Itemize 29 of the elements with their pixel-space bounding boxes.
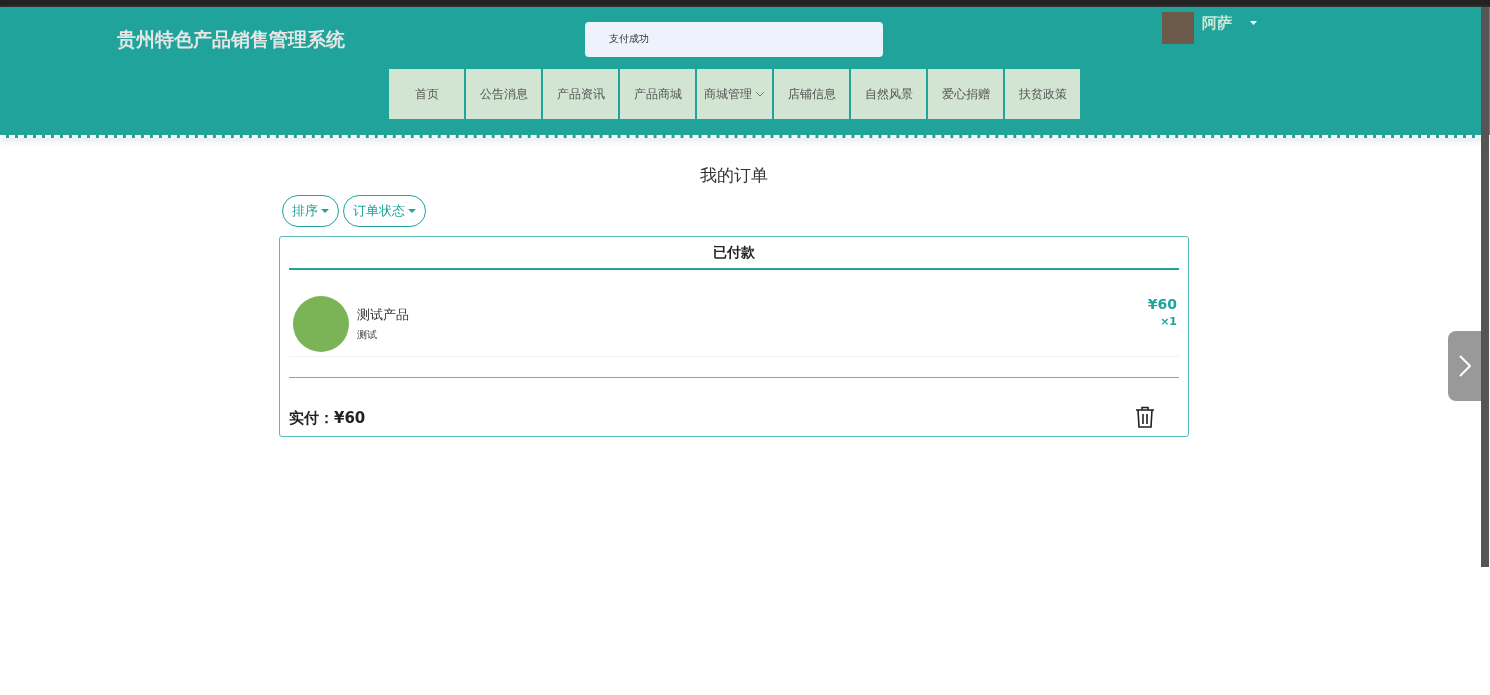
nav-item[interactable]: 店铺信息 [774,69,849,119]
nav-item[interactable]: 产品资讯 [543,69,618,119]
site-title: 贵州特色产品销售管理系统 [117,27,345,52]
side-expand-button[interactable] [1448,331,1481,401]
nav-item[interactable]: 首页 [389,69,464,119]
page-title: 我的订单 [699,164,769,187]
product-name: 测试产品 [357,306,410,324]
scrollbar[interactable] [1481,7,1489,567]
delete-icon[interactable] [1135,406,1155,428]
product-photo-placeholder [293,296,349,352]
filter-dropdown[interactable]: 订单状态 [343,195,426,227]
order-total: 实付：¥60 [289,409,366,428]
product-description: 测试 [357,328,378,342]
product-quantity: ×1 [1160,315,1177,328]
chevron-right-icon [1458,355,1471,377]
caret-icon[interactable] [1250,21,1257,25]
chevron-down-icon [755,91,765,97]
caret-icon [321,209,329,213]
caret-icon [408,209,416,213]
nav-item[interactable]: 产品商城 [620,69,695,119]
nav-item[interactable]: 扶贫政策 [1005,69,1080,119]
nav-item[interactable]: 爱心捐赠 [928,69,1003,119]
nav-item[interactable]: 公告消息 [466,69,541,119]
nav-item[interactable]: 自然风景 [851,69,926,119]
order-status: 已付款 [289,237,1179,270]
product-price: ¥60 [1147,296,1177,312]
filter-dropdown[interactable]: 排序 [282,195,339,227]
toast-message: 支付成功 [585,22,883,57]
nav-dropdown[interactable]: 商城管理 [697,69,772,119]
